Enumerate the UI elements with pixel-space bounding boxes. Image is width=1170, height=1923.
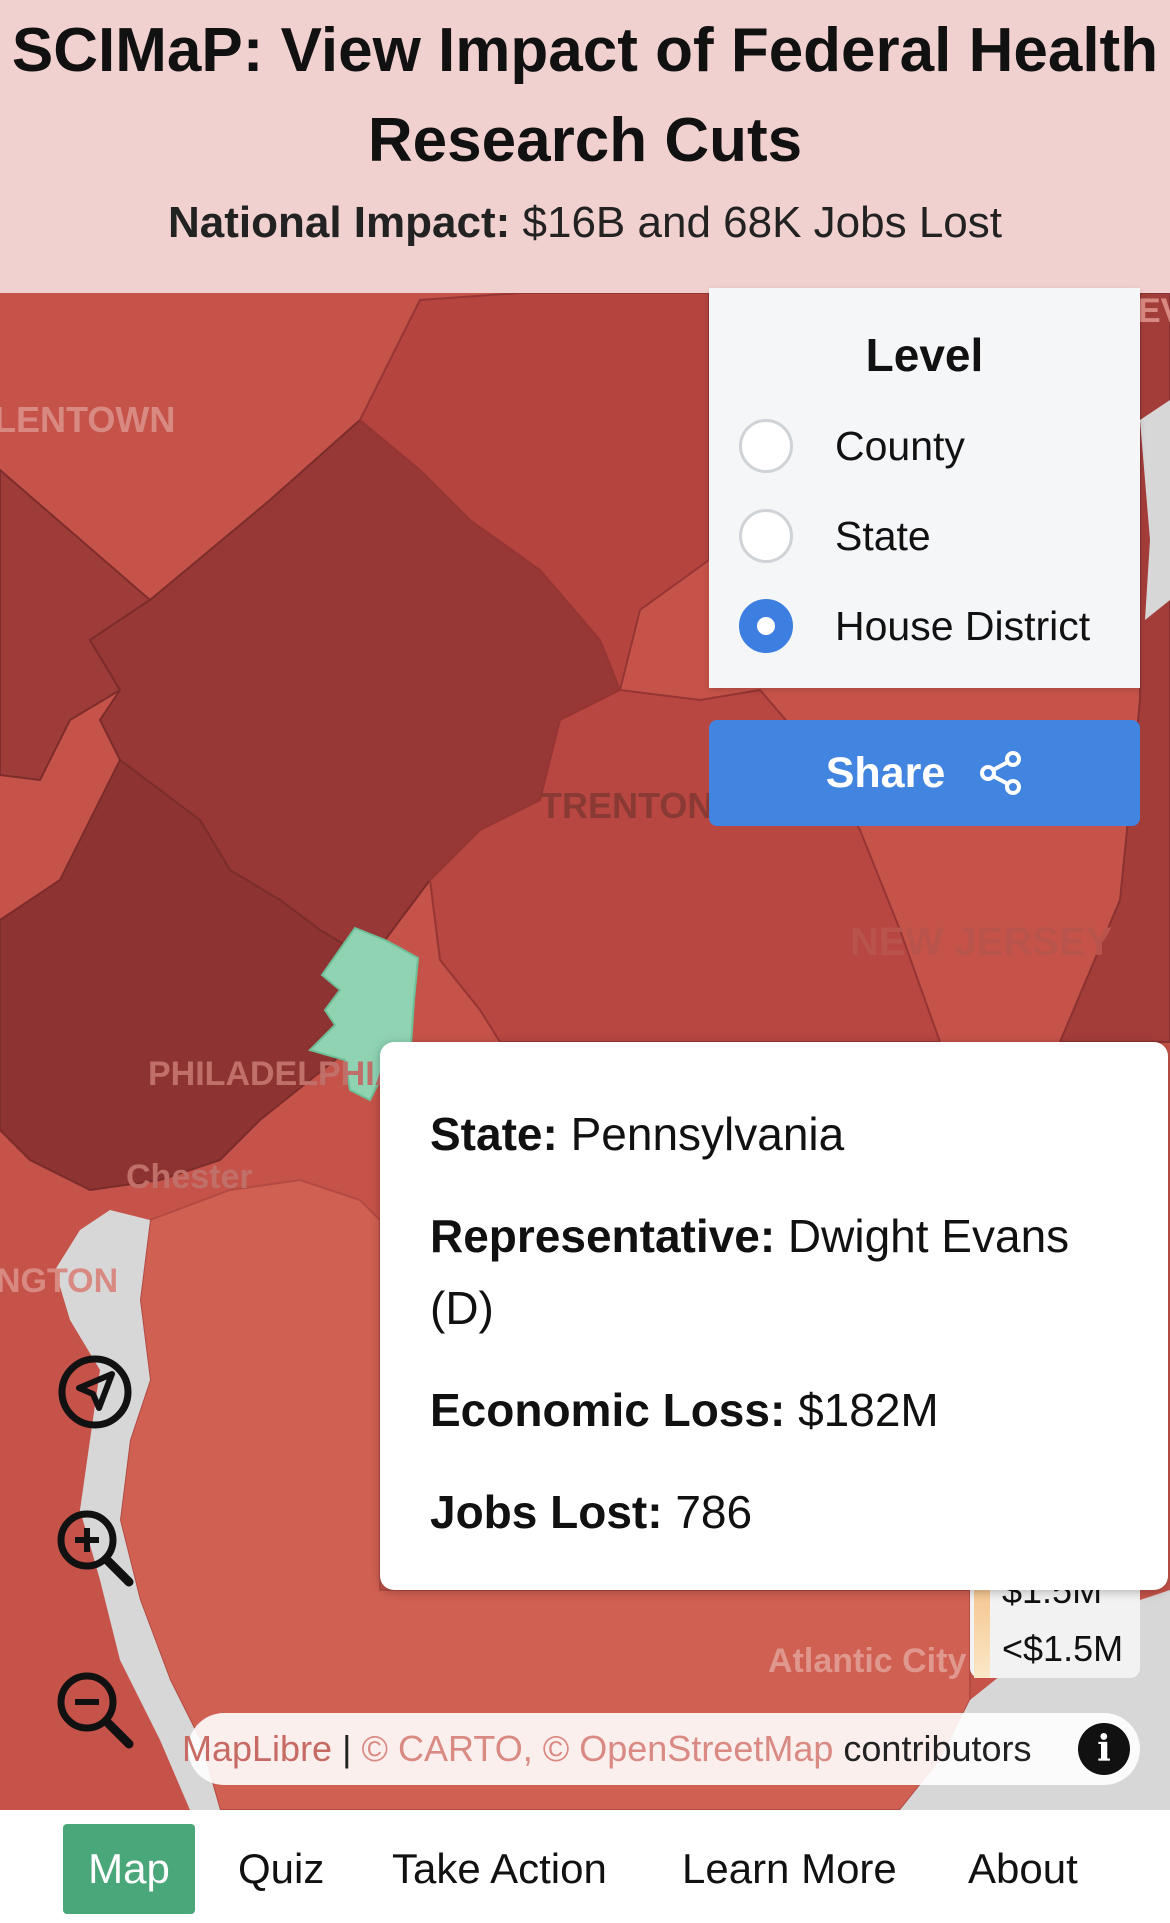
zoom-out-icon [57, 1672, 134, 1749]
locate-button[interactable] [55, 1352, 135, 1437]
level-option-state[interactable]: State [739, 506, 931, 566]
county-radio[interactable] [739, 419, 793, 473]
level-title: Level [865, 329, 984, 381]
tooltip-representative: Representative: Dwight Evans (D) [430, 1200, 1118, 1344]
tooltip-jobs-lost: Jobs Lost: 786 [430, 1476, 1118, 1548]
state-label: State [835, 512, 931, 559]
info-icon[interactable]: i [1078, 1723, 1130, 1775]
tooltip-jobs-value: 786 [675, 1486, 753, 1538]
bottom-nav: Map Quiz Take Action Learn More About [0, 1810, 1170, 1923]
share-button[interactable]: Share [709, 720, 1140, 826]
zoom-in-icon [57, 1510, 134, 1587]
tooltip-state: State: Pennsylvania [430, 1098, 1118, 1170]
county-label: County [835, 422, 965, 469]
map-attribution: MapLibre | © CARTO, © OpenStreetMap cont… [182, 1713, 1140, 1785]
map-legend: $1.5M <$1.5M [970, 1570, 1140, 1678]
map-label-chester: Chester [126, 1158, 253, 1196]
tooltip-econ-value: $182M [798, 1384, 939, 1436]
house-district-label: House District [835, 602, 1091, 649]
map-label-atlantic-city: Atlantic City [768, 1642, 966, 1680]
map-label-wilmington: NGTON [0, 1262, 118, 1300]
tooltip-state-value: Pennsylvania [570, 1108, 845, 1160]
page-header: SCIMaP: View Impact of Federal Health Re… [0, 0, 1170, 293]
tooltip-rep-label: Representative: [430, 1210, 776, 1262]
national-impact-value: $16B and 68K Jobs Lost [522, 198, 1002, 247]
national-impact: National Impact: $16B and 68K Jobs Lost [0, 198, 1170, 248]
house-district-radio[interactable] [739, 599, 793, 653]
nav-learn-more[interactable]: Learn More [682, 1824, 897, 1914]
map-label-philadelphia: PHILADELPHIA [148, 1055, 399, 1093]
attribution-carto-osm-link[interactable]: © CARTO, © OpenStreetMap [361, 1728, 833, 1769]
attribution-separator: | [342, 1728, 352, 1769]
zoom-out-button[interactable] [55, 1670, 137, 1757]
level-option-county[interactable]: County [739, 416, 965, 476]
level-panel: Level County State House District [709, 288, 1140, 688]
navigation-arrow-icon [58, 1355, 132, 1429]
attribution-maplibre-link[interactable]: MapLibre [182, 1728, 332, 1769]
state-radio[interactable] [739, 509, 793, 563]
share-label: Share [825, 748, 946, 797]
map-label-trenton: TRENTON [540, 785, 713, 826]
tooltip-state-label: State: [430, 1108, 558, 1160]
attribution-text: MapLibre | © CARTO, © OpenStreetMap cont… [182, 1728, 1032, 1770]
tooltip-econ-label: Economic Loss: [430, 1384, 786, 1436]
nav-take-action[interactable]: Take Action [392, 1824, 607, 1914]
page-title: SCIMaP: View Impact of Federal Health Re… [11, 16, 1159, 175]
legend-label-bottom: <$1.5M [1002, 1628, 1124, 1669]
map-label-allentown: LENTOWN [0, 399, 175, 440]
district-tooltip: State: Pennsylvania Representative: Dwig… [380, 1042, 1168, 1590]
nav-map[interactable]: Map [63, 1824, 195, 1914]
attribution-contributors: contributors [843, 1728, 1032, 1769]
tooltip-jobs-label: Jobs Lost: [430, 1486, 663, 1538]
legend-color-bar [974, 1580, 990, 1678]
map-label-new-jersey: NEW JERSEY [850, 920, 1113, 964]
level-option-house-district[interactable]: House District [739, 596, 1090, 656]
national-impact-label: National Impact: [168, 198, 511, 247]
tooltip-economic-loss: Economic Loss: $182M [430, 1374, 1118, 1446]
map-label-corner: EV [1138, 293, 1170, 330]
nav-quiz[interactable]: Quiz [238, 1824, 324, 1914]
zoom-in-button[interactable] [55, 1508, 137, 1595]
share-icon [980, 751, 1022, 795]
nav-about[interactable]: About [968, 1824, 1078, 1914]
